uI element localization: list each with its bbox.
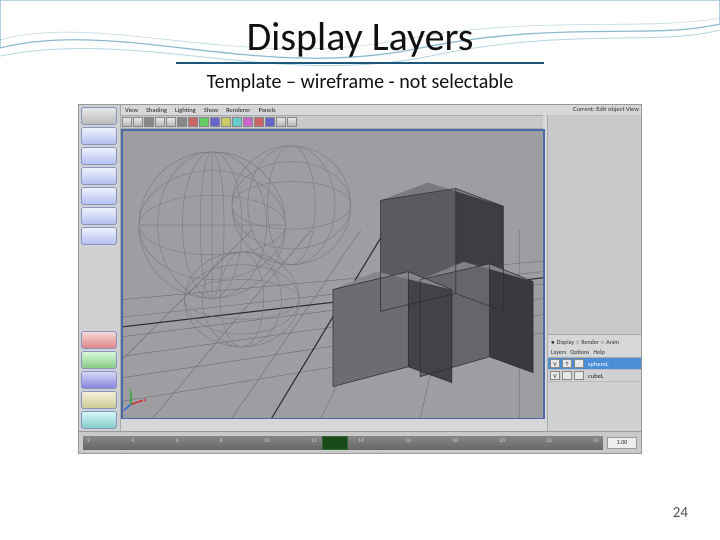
- layer-visibility-toggle[interactable]: V: [550, 371, 560, 380]
- shelf-button[interactable]: [166, 117, 176, 127]
- layer-name: cubeL: [586, 372, 639, 380]
- layer-row[interactable]: V T sphereL: [548, 358, 641, 370]
- layer-list: V T sphereL V cubeL: [548, 357, 641, 431]
- menu-view[interactable]: View: [125, 106, 138, 114]
- tool-manip[interactable]: [81, 207, 117, 225]
- panel-menubar: View Shading Lighting Show Renderer Pane…: [121, 105, 641, 115]
- tool-recent[interactable]: [81, 411, 117, 429]
- right-column: ● Display ○ Render ○ Anim Layers Options…: [547, 115, 641, 431]
- tool-select[interactable]: [81, 107, 117, 125]
- tool-recent[interactable]: [81, 331, 117, 349]
- title-underline: [176, 62, 544, 64]
- layer-name: sphereL: [586, 360, 639, 368]
- shelf-button[interactable]: [210, 117, 220, 127]
- viewport[interactable]: x y z: [121, 129, 545, 419]
- layer-type-toggle[interactable]: T: [562, 359, 572, 368]
- page-number: 24: [673, 504, 688, 522]
- layer-tab-anim[interactable]: Anim: [606, 337, 619, 347]
- camera-label: Current: Edit object View: [573, 105, 639, 113]
- toolbox: [79, 105, 121, 431]
- shelf-button[interactable]: [243, 117, 253, 127]
- menu-lighting[interactable]: Lighting: [175, 106, 196, 114]
- menu-renderer[interactable]: Renderer: [226, 106, 250, 114]
- shelf-button[interactable]: [254, 117, 264, 127]
- tool-lasso[interactable]: [81, 127, 117, 145]
- layer-editor: ● Display ○ Render ○ Anim Layers Options…: [548, 335, 641, 431]
- layer-color-swatch[interactable]: [574, 359, 584, 368]
- tool-rotate[interactable]: [81, 167, 117, 185]
- time-slider[interactable]: 24 68 1012 1416 1820 2224 1.00: [79, 431, 641, 453]
- shelf-button[interactable]: [221, 117, 231, 127]
- layer-tab-display[interactable]: Display: [557, 337, 574, 347]
- layers-menu-options[interactable]: Options: [570, 348, 589, 356]
- current-frame-field[interactable]: 1.00: [607, 437, 637, 449]
- tool-soft[interactable]: [81, 227, 117, 245]
- shelf-button[interactable]: [265, 117, 275, 127]
- tool-move[interactable]: [81, 147, 117, 165]
- layer-row[interactable]: V cubeL: [548, 370, 641, 382]
- channel-box[interactable]: [548, 115, 641, 335]
- menu-panels[interactable]: Panels: [259, 106, 276, 114]
- shelf-button[interactable]: [122, 117, 132, 127]
- layers-menu-help[interactable]: Help: [593, 348, 604, 356]
- layer-type-toggle[interactable]: [562, 371, 572, 380]
- layer-tab-render[interactable]: Render: [581, 337, 599, 347]
- shelf-button[interactable]: [177, 117, 187, 127]
- shelf-button[interactable]: [287, 117, 297, 127]
- slide-title: Display Layers: [0, 12, 720, 61]
- tool-recent[interactable]: [81, 371, 117, 389]
- shelf-button[interactable]: [199, 117, 209, 127]
- shelf: [121, 115, 543, 129]
- svg-text:y: y: [129, 386, 132, 394]
- shelf-button[interactable]: [276, 117, 286, 127]
- menu-shading[interactable]: Shading: [146, 106, 167, 114]
- tool-recent[interactable]: [81, 351, 117, 369]
- tool-scale[interactable]: [81, 187, 117, 205]
- timeline-ruler[interactable]: 24 68 1012 1416 1820 2224: [83, 436, 603, 450]
- layer-visibility-toggle[interactable]: V: [550, 359, 560, 368]
- timeline-scrub-handle[interactable]: [322, 436, 348, 450]
- shelf-button[interactable]: [188, 117, 198, 127]
- svg-text:x: x: [144, 395, 147, 403]
- slide-subtitle: Template – wireframe - not selectable: [0, 70, 720, 94]
- menu-show[interactable]: Show: [204, 106, 218, 114]
- shelf-button[interactable]: [155, 117, 165, 127]
- layer-color-swatch[interactable]: [574, 371, 584, 380]
- maya-app-window: View Shading Lighting Show Renderer Pane…: [78, 104, 642, 454]
- layers-menu-layers[interactable]: Layers: [551, 348, 566, 356]
- shelf-button[interactable]: [232, 117, 242, 127]
- shelf-button[interactable]: [144, 117, 154, 127]
- tool-recent[interactable]: [81, 391, 117, 409]
- shelf-button[interactable]: [133, 117, 143, 127]
- viewport-canvas: x y z: [123, 131, 543, 418]
